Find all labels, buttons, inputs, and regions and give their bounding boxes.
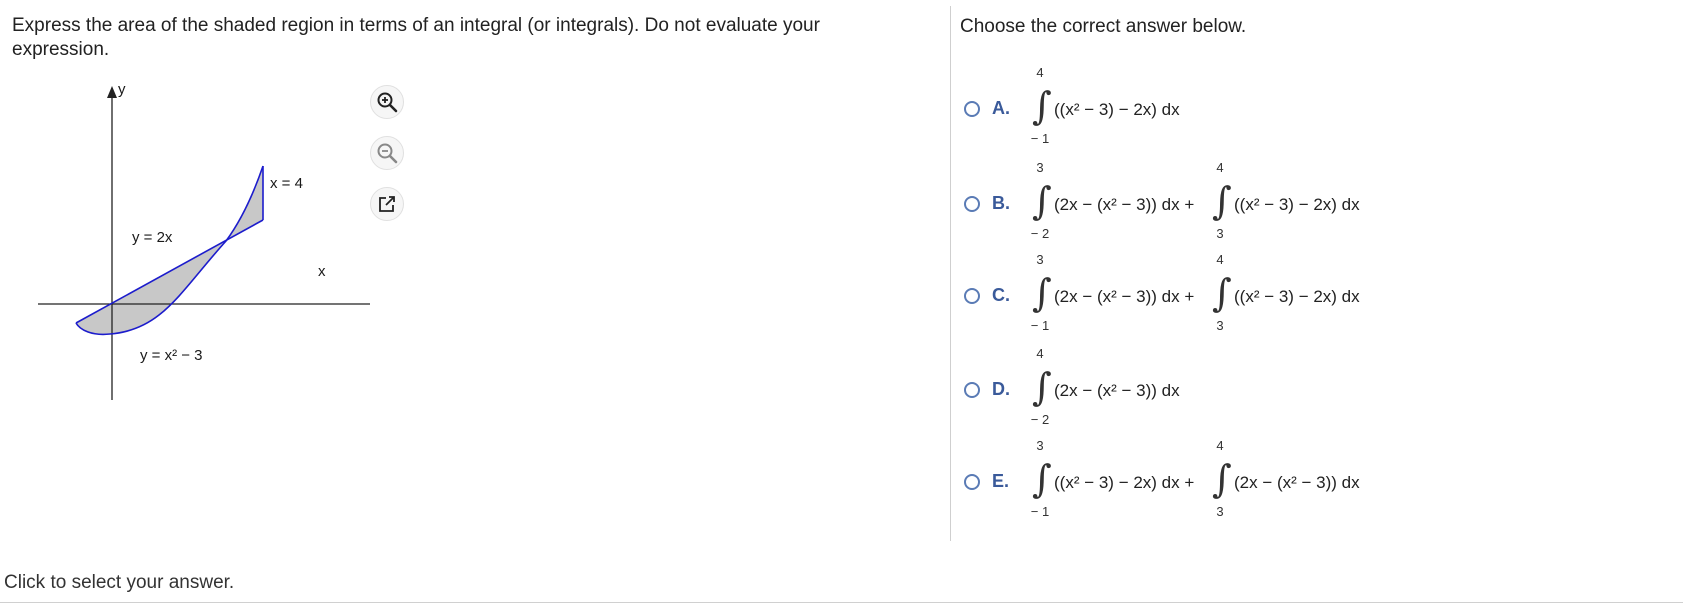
upper-limit: 4 [1216,252,1224,267]
radio-option-e[interactable] [964,474,980,490]
integrand: (2x − (x² − 3)) dx + [1054,195,1195,214]
question-text: Express the area of the shaded region in… [12,15,820,60]
radio-option-b[interactable] [964,196,980,212]
popout-icon [379,196,395,212]
integral-sign: ∫ [1032,84,1052,128]
option-letter: D. [992,379,1010,399]
option-c[interactable]: C. 3 ∫ − 1 (2x − (x² − 3)) dx + 4 ∫ 3 ((… [962,252,1662,333]
option-d[interactable]: D. 4 ∫ − 2 (2x − (x² − 3)) dx [962,346,1662,427]
lower-limit: 3 [1216,504,1224,519]
option-letter: E. [992,471,1010,491]
x-axis-label: x [318,263,326,280]
vertical-line-label: x = 4 [270,175,303,192]
integrand: (2x − (x² − 3)) dx [1234,473,1360,492]
radio-option-d[interactable] [964,382,980,398]
integrand: ((x² − 3) − 2x) dx [1234,195,1360,214]
status-text: Click to select your answer. [4,572,235,593]
lower-limit: − 1 [1030,504,1050,519]
option-e[interactable]: E. 3 ∫ − 1 ((x² − 3) − 2x) dx + 4 ∫ 3 (2… [962,438,1662,519]
zoom-out-button[interactable] [370,136,404,170]
upper-limit: 3 [1036,160,1044,175]
y-axis-label: y [118,81,126,98]
integrand: ((x² − 3) − 2x) dx [1054,100,1180,119]
option-letter: A. [992,98,1010,118]
y-axis-arrow [107,86,117,98]
graph-svg: y x y = 2x y = x² − 3 x = 4 [38,81,390,400]
lower-limit: − 2 [1030,412,1050,427]
lower-limit: − 2 [1030,226,1050,241]
answer-prompt: Choose the correct answer below. [960,16,1247,37]
lower-limit: 3 [1216,226,1224,241]
lower-limit: − 1 [1030,318,1050,333]
radio-option-a[interactable] [964,101,980,117]
radio-option-c[interactable] [964,288,980,304]
graph: y x y = 2x y = x² − 3 x = 4 [30,80,390,410]
integral-sign: ∫ [1212,271,1232,315]
integrand: (2x − (x² − 3)) dx + [1054,287,1195,306]
upper-limit: 4 [1036,65,1044,80]
integral-sign: ∫ [1032,271,1052,315]
integrand: ((x² − 3) − 2x) dx + [1054,473,1195,492]
lower-limit: 3 [1216,318,1224,333]
option-b[interactable]: B. 3 ∫ − 2 (2x − (x² − 3)) dx + 4 ∫ 3 ((… [962,160,1662,241]
upper-limit: 3 [1036,252,1044,267]
integral-sign: ∫ [1212,179,1232,223]
upper-limit: 4 [1216,438,1224,453]
integral-sign: ∫ [1032,457,1052,501]
zoom-in-button[interactable] [370,85,404,119]
bottom-divider [0,602,1683,603]
upper-limit: 4 [1036,346,1044,361]
line-label: y = 2x [132,229,173,246]
zoom-out-icon [377,143,398,164]
lower-limit: − 1 [1030,131,1050,146]
parabola-label: y = x² − 3 [140,347,203,364]
integral-sign: ∫ [1212,457,1232,501]
popout-button[interactable] [370,187,404,221]
zoom-in-icon [377,92,398,113]
panel-divider [950,6,951,541]
upper-limit: 3 [1036,438,1044,453]
integrand: ((x² − 3) − 2x) dx [1234,287,1360,306]
option-letter: C. [992,285,1010,305]
integral-sign: ∫ [1032,179,1052,223]
integral-sign: ∫ [1032,365,1052,409]
option-a[interactable]: A. 4 ∫ − 1 ((x² − 3) − 2x) dx [962,65,1662,146]
option-letter: B. [992,193,1010,213]
upper-limit: 4 [1216,160,1224,175]
integrand: (2x − (x² − 3)) dx [1054,381,1180,400]
